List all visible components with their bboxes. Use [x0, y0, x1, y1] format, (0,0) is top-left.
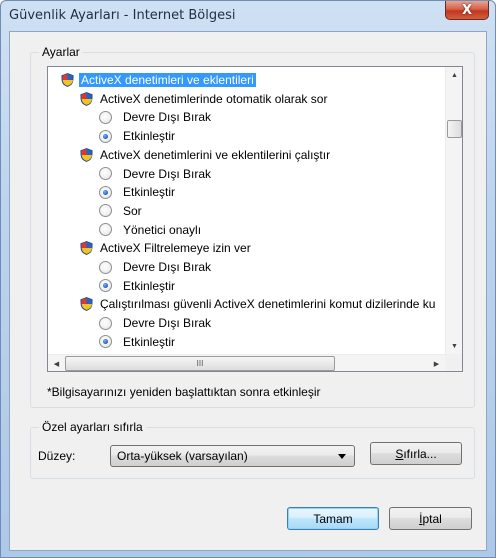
cancel-button[interactable]: İptal	[389, 507, 472, 530]
restart-note: *Bilgisayarınızı yeniden başlattıktan so…	[47, 385, 321, 399]
close-icon: X	[461, 2, 473, 18]
security-shield-icon	[80, 147, 93, 162]
level-select-value: Orta-yüksek (varsayılan)	[117, 449, 248, 463]
tree-option[interactable]: Devre Dışı Bırak	[99, 314, 213, 332]
tree-option[interactable]: Etkinleştir	[99, 183, 177, 201]
settings-group-legend: Ayarlar	[39, 45, 83, 59]
radio-checked-icon[interactable]	[99, 185, 112, 199]
security-shield-icon	[80, 91, 93, 106]
tree-item-label: Yönetici onaylı	[123, 222, 202, 237]
tree-option[interactable]: Devre Dışı Bırak	[99, 108, 213, 126]
security-shield-icon	[80, 297, 93, 312]
tree-category[interactable]: ActiveX denetimleri ve eklentileri	[61, 71, 256, 89]
scroll-left-arrow-icon[interactable]: ◀	[48, 355, 65, 371]
tree-item-label: Etkinleştir	[123, 129, 176, 144]
title-bar[interactable]: Güvenlik Ayarları - Internet Bölgesi X	[1, 1, 495, 31]
reset-group-legend: Özel ayarları sıfırla	[39, 420, 146, 434]
reset-button[interactable]: Sıfırla...	[370, 442, 462, 465]
level-label: Düzey:	[38, 449, 76, 463]
tree-option[interactable]: Etkinleştir	[99, 127, 177, 145]
scroll-down-arrow-icon[interactable]: ▼	[446, 338, 462, 355]
security-shield-icon	[80, 241, 93, 256]
tree-item-label: Etkinleştir	[123, 278, 176, 293]
tree-setting[interactable]: Çalıştırılması güvenli ActiveX denetimle…	[80, 295, 437, 313]
radio-unchecked-icon[interactable]	[99, 316, 112, 330]
tree-option[interactable]: Devre Dışı Bırak	[99, 165, 213, 183]
scroll-right-arrow-icon[interactable]: ▶	[428, 355, 445, 371]
scroll-grip-icon: III	[196, 359, 204, 368]
tree-item-label: Devre Dışı Bırak	[123, 260, 212, 274]
security-shield-icon	[61, 73, 74, 87]
tree-item-label: Sor	[123, 203, 142, 218]
tree-option[interactable]: Yönetici onaylı	[99, 221, 203, 239]
close-button[interactable]: X	[445, 1, 489, 20]
ok-button-label: Tamam	[313, 511, 353, 526]
radio-unchecked-icon[interactable]	[99, 260, 112, 274]
settings-tree-rows: ActiveX denetimleri ve eklentileri Active…	[48, 67, 444, 355]
tree-item-label: ActiveX denetimlerinde otomatik olarak s…	[100, 91, 328, 106]
reset-button-label: Sıfırla...	[395, 446, 437, 461]
settings-tree[interactable]: ActiveX denetimleri ve eklentileri Active…	[47, 66, 463, 372]
radio-checked-icon[interactable]	[99, 279, 112, 293]
tree-item-label: Etkinleştir	[123, 334, 176, 349]
tree-option[interactable]: Devre Dışı Bırak	[99, 258, 213, 276]
window-title: Güvenlik Ayarları - Internet Bölgesi	[9, 8, 236, 23]
ok-button[interactable]: Tamam	[287, 507, 379, 530]
tree-item-label: Etkinleştir	[123, 185, 176, 200]
tree-item-label: ActiveX denetimleri ve eklentileri	[79, 73, 256, 87]
tree-item-label: Devre Dışı Bırak	[123, 166, 212, 181]
radio-unchecked-icon[interactable]	[99, 110, 112, 124]
radio-checked-icon[interactable]	[99, 335, 112, 349]
level-select[interactable]: Orta-yüksek (varsayılan)	[110, 445, 355, 467]
cancel-button-label: İptal	[419, 511, 442, 526]
tree-item-label: ActiveX Filtrelemeye izin ver	[100, 241, 251, 256]
tree-setting[interactable]: ActiveX Filtrelemeye izin ver	[80, 239, 253, 257]
chevron-down-icon	[338, 454, 346, 459]
scrollbar-corner	[445, 354, 462, 371]
radio-unchecked-icon[interactable]	[99, 223, 112, 237]
tree-item-label: Çalıştırılması güvenli ActiveX denetimle…	[100, 297, 436, 312]
tree-option[interactable]: Etkinleştir	[99, 277, 177, 295]
horizontal-scrollbar[interactable]: ◀ III ▶	[48, 354, 445, 371]
horizontal-scroll-thumb[interactable]: III	[65, 356, 335, 371]
vertical-scrollbar[interactable]: ▲ ▼	[445, 67, 462, 355]
tree-item-label: ActiveX denetimlerini ve eklentilerini ç…	[100, 147, 331, 162]
tree-option[interactable]: Sor	[99, 202, 144, 220]
tree-item-label: Devre Dışı Bırak	[123, 316, 212, 331]
tree-setting[interactable]: ActiveX denetimlerinde otomatik olarak s…	[80, 90, 329, 108]
radio-checked-icon[interactable]	[99, 129, 112, 143]
radio-unchecked-icon[interactable]	[99, 167, 112, 180]
tree-option[interactable]: Etkinleştir	[99, 333, 177, 351]
scroll-up-arrow-icon[interactable]: ▲	[446, 67, 462, 84]
vertical-scroll-thumb[interactable]	[447, 120, 462, 138]
tree-item-label: Devre Dışı Bırak	[123, 110, 212, 125]
tree-setting[interactable]: ActiveX denetimlerini ve eklentilerini ç…	[80, 146, 332, 164]
radio-unchecked-icon[interactable]	[99, 204, 112, 218]
